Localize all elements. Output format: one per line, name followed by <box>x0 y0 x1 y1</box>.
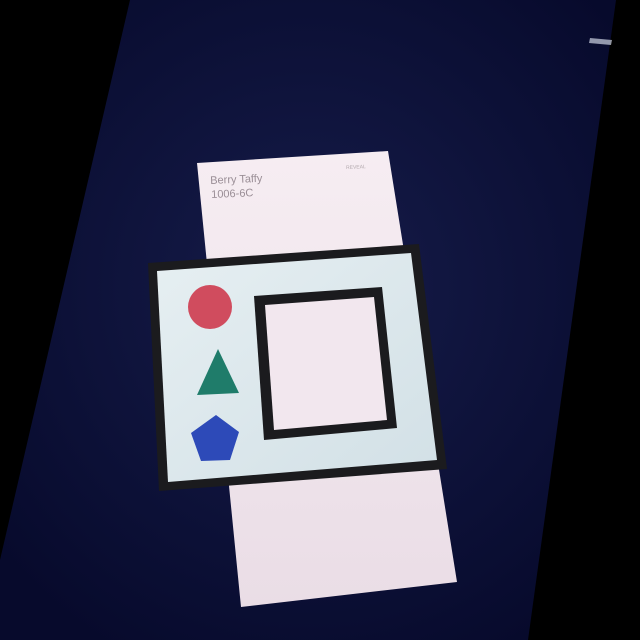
photo-canvas <box>0 0 640 640</box>
swatch-color-name: Berry Taffy <box>209 172 263 187</box>
circle-shape <box>188 285 232 329</box>
cutout-window <box>265 297 387 430</box>
swatch-color-code: 1006-6C <box>210 187 254 201</box>
swatch-series-label: REVEAL <box>345 164 366 171</box>
photo-scene: Berry Taffy 1006-6C REVEAL <box>0 0 640 640</box>
